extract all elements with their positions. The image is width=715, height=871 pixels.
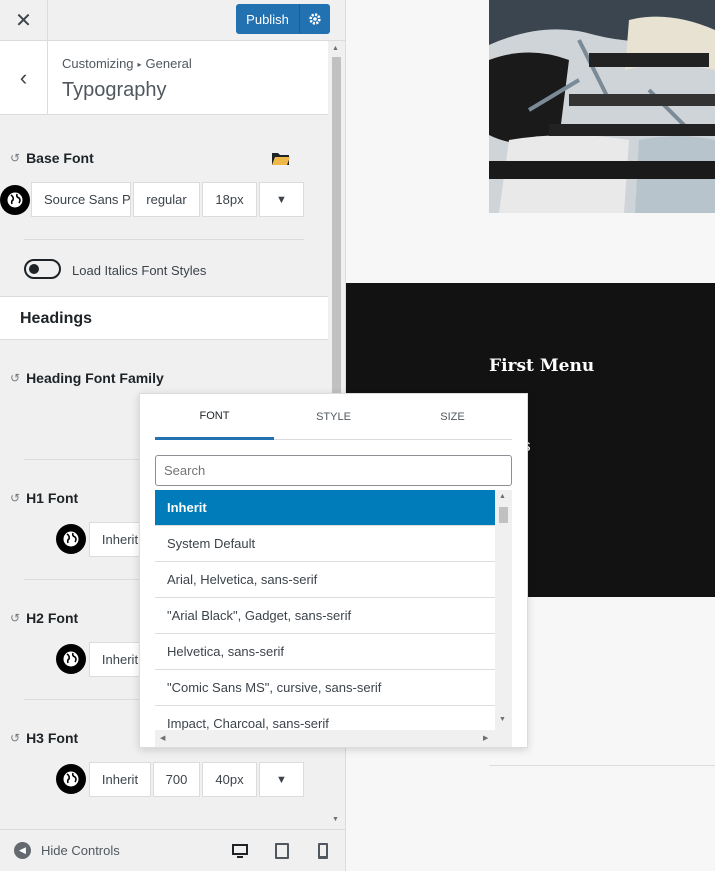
customizer-header: ✕ Publish bbox=[0, 0, 345, 41]
h3-font-family-field[interactable]: Inherit bbox=[89, 762, 151, 797]
close-icon: ✕ bbox=[15, 9, 32, 32]
scroll-right-arrow-icon[interactable]: ▶ bbox=[483, 734, 488, 742]
font-option[interactable]: Impact, Charcoal, sans-serif bbox=[155, 706, 495, 730]
base-font-label-row: ↺ Base Font bbox=[10, 150, 94, 166]
close-customizer-button[interactable]: ✕ bbox=[0, 0, 48, 40]
hero-image bbox=[489, 0, 715, 213]
h3-label-row: ↺ H3 Font bbox=[10, 730, 78, 746]
font-list: Inherit System Default Arial, Helvetica,… bbox=[155, 490, 495, 730]
reset-icon[interactable]: ↺ bbox=[10, 371, 20, 385]
toggle-knob bbox=[29, 264, 39, 274]
font-picker-tabs: FONT STYLE SIZE bbox=[155, 394, 512, 440]
h3-font-weight-field[interactable]: 700 bbox=[153, 762, 200, 797]
font-list-scrollbar[interactable]: ▲ ▼ bbox=[495, 490, 512, 730]
scroll-down-arrow-icon[interactable]: ▼ bbox=[332, 816, 339, 823]
divider bbox=[489, 765, 715, 766]
font-list-scroll-thumb[interactable] bbox=[499, 507, 508, 523]
reset-icon[interactable]: ↺ bbox=[10, 491, 20, 505]
scroll-left-arrow-icon[interactable]: ◀ bbox=[160, 734, 165, 742]
font-option[interactable]: System Default bbox=[155, 526, 495, 562]
reset-icon[interactable]: ↺ bbox=[10, 151, 20, 165]
headings-title: Headings bbox=[20, 310, 93, 327]
font-option[interactable]: Inherit bbox=[155, 490, 495, 526]
publish-button[interactable]: Publish bbox=[236, 4, 299, 34]
base-font-weight-field[interactable]: regular bbox=[133, 182, 200, 217]
desktop-preview-icon[interactable] bbox=[231, 842, 249, 860]
italics-toggle-label: Load Italics Font Styles bbox=[72, 263, 207, 278]
breadcrumb: Customizing ▸ General bbox=[62, 56, 192, 71]
tab-size[interactable]: SIZE bbox=[393, 394, 512, 440]
scroll-down-arrow-icon[interactable]: ▼ bbox=[499, 716, 506, 723]
divider bbox=[24, 579, 140, 580]
mobile-preview-icon[interactable] bbox=[314, 842, 332, 860]
headings-section-bar: Headings bbox=[0, 296, 328, 340]
menu-title: First Menu bbox=[489, 356, 595, 376]
collapse-arrow-icon: ◀ bbox=[14, 842, 31, 859]
reset-icon[interactable]: ↺ bbox=[10, 731, 20, 745]
tablet-preview-icon[interactable] bbox=[273, 842, 291, 860]
globe-icon[interactable] bbox=[0, 185, 30, 215]
tab-style[interactable]: STYLE bbox=[274, 394, 393, 440]
base-font-size-field[interactable]: 18px bbox=[202, 182, 257, 217]
section-header: ‹ Customizing ▸ General Typography bbox=[0, 41, 328, 115]
breadcrumb-root: Customizing bbox=[62, 56, 134, 71]
h3-font-size-field[interactable]: 40px bbox=[202, 762, 257, 797]
back-button[interactable]: ‹ bbox=[0, 41, 48, 114]
font-option[interactable]: Helvetica, sans-serif bbox=[155, 634, 495, 670]
publish-settings-button[interactable] bbox=[299, 4, 330, 34]
divider bbox=[24, 699, 140, 700]
chevron-left-icon: ‹ bbox=[19, 64, 28, 90]
base-font-family-field[interactable]: Source Sans Pro bbox=[31, 182, 131, 217]
base-font-label: Base Font bbox=[26, 150, 94, 166]
caret-down-icon: ▼ bbox=[276, 773, 287, 786]
font-option[interactable]: "Comic Sans MS", cursive, sans-serif bbox=[155, 670, 495, 706]
base-font-dropdown-button[interactable]: ▼ bbox=[259, 182, 304, 217]
h2-label-row: ↺ H2 Font bbox=[10, 610, 78, 626]
h2-font-label: H2 Font bbox=[26, 610, 79, 626]
font-search-input[interactable] bbox=[155, 455, 512, 486]
folder-icon[interactable] bbox=[271, 151, 291, 166]
italics-toggle[interactable] bbox=[24, 259, 61, 279]
publish-group: Publish bbox=[236, 4, 330, 34]
scroll-up-arrow-icon[interactable]: ▲ bbox=[499, 493, 506, 500]
customizer-footer: ◀ Hide Controls bbox=[0, 829, 345, 871]
hide-controls-label: Hide Controls bbox=[41, 843, 120, 858]
gear-icon bbox=[308, 13, 321, 25]
heading-family-label-row: ↺ Heading Font Family bbox=[10, 370, 164, 386]
font-option[interactable]: Arial, Helvetica, sans-serif bbox=[155, 562, 495, 598]
section-title: Typography bbox=[62, 79, 167, 101]
reset-icon[interactable]: ↺ bbox=[10, 611, 20, 625]
font-list-horizontal-scrollbar[interactable]: ◀ ▶ bbox=[155, 730, 512, 747]
globe-icon[interactable] bbox=[56, 764, 86, 794]
divider bbox=[24, 459, 140, 460]
h1-font-label: H1 Font bbox=[26, 490, 79, 506]
font-option[interactable]: "Arial Black", Gadget, sans-serif bbox=[155, 598, 495, 634]
globe-icon[interactable] bbox=[56, 644, 86, 674]
hide-controls-button[interactable]: ◀ Hide Controls bbox=[14, 842, 120, 859]
h3-font-dropdown-button[interactable]: ▼ bbox=[259, 762, 304, 797]
divider bbox=[24, 239, 304, 240]
caret-down-icon: ▼ bbox=[276, 193, 287, 206]
h3-font-label: H3 Font bbox=[26, 730, 79, 746]
breadcrumb-parent: General bbox=[145, 56, 192, 71]
panel-scroll-thumb[interactable] bbox=[332, 57, 341, 401]
heading-family-label: Heading Font Family bbox=[26, 370, 164, 386]
h1-label-row: ↺ H1 Font bbox=[10, 490, 78, 506]
breadcrumb-separator: ▸ bbox=[137, 60, 142, 70]
globe-icon[interactable] bbox=[56, 524, 86, 554]
tab-font[interactable]: FONT bbox=[155, 394, 274, 440]
scroll-up-arrow-icon[interactable]: ▲ bbox=[332, 45, 339, 52]
font-picker-popup: FONT STYLE SIZE Inherit System Default A… bbox=[139, 393, 528, 748]
